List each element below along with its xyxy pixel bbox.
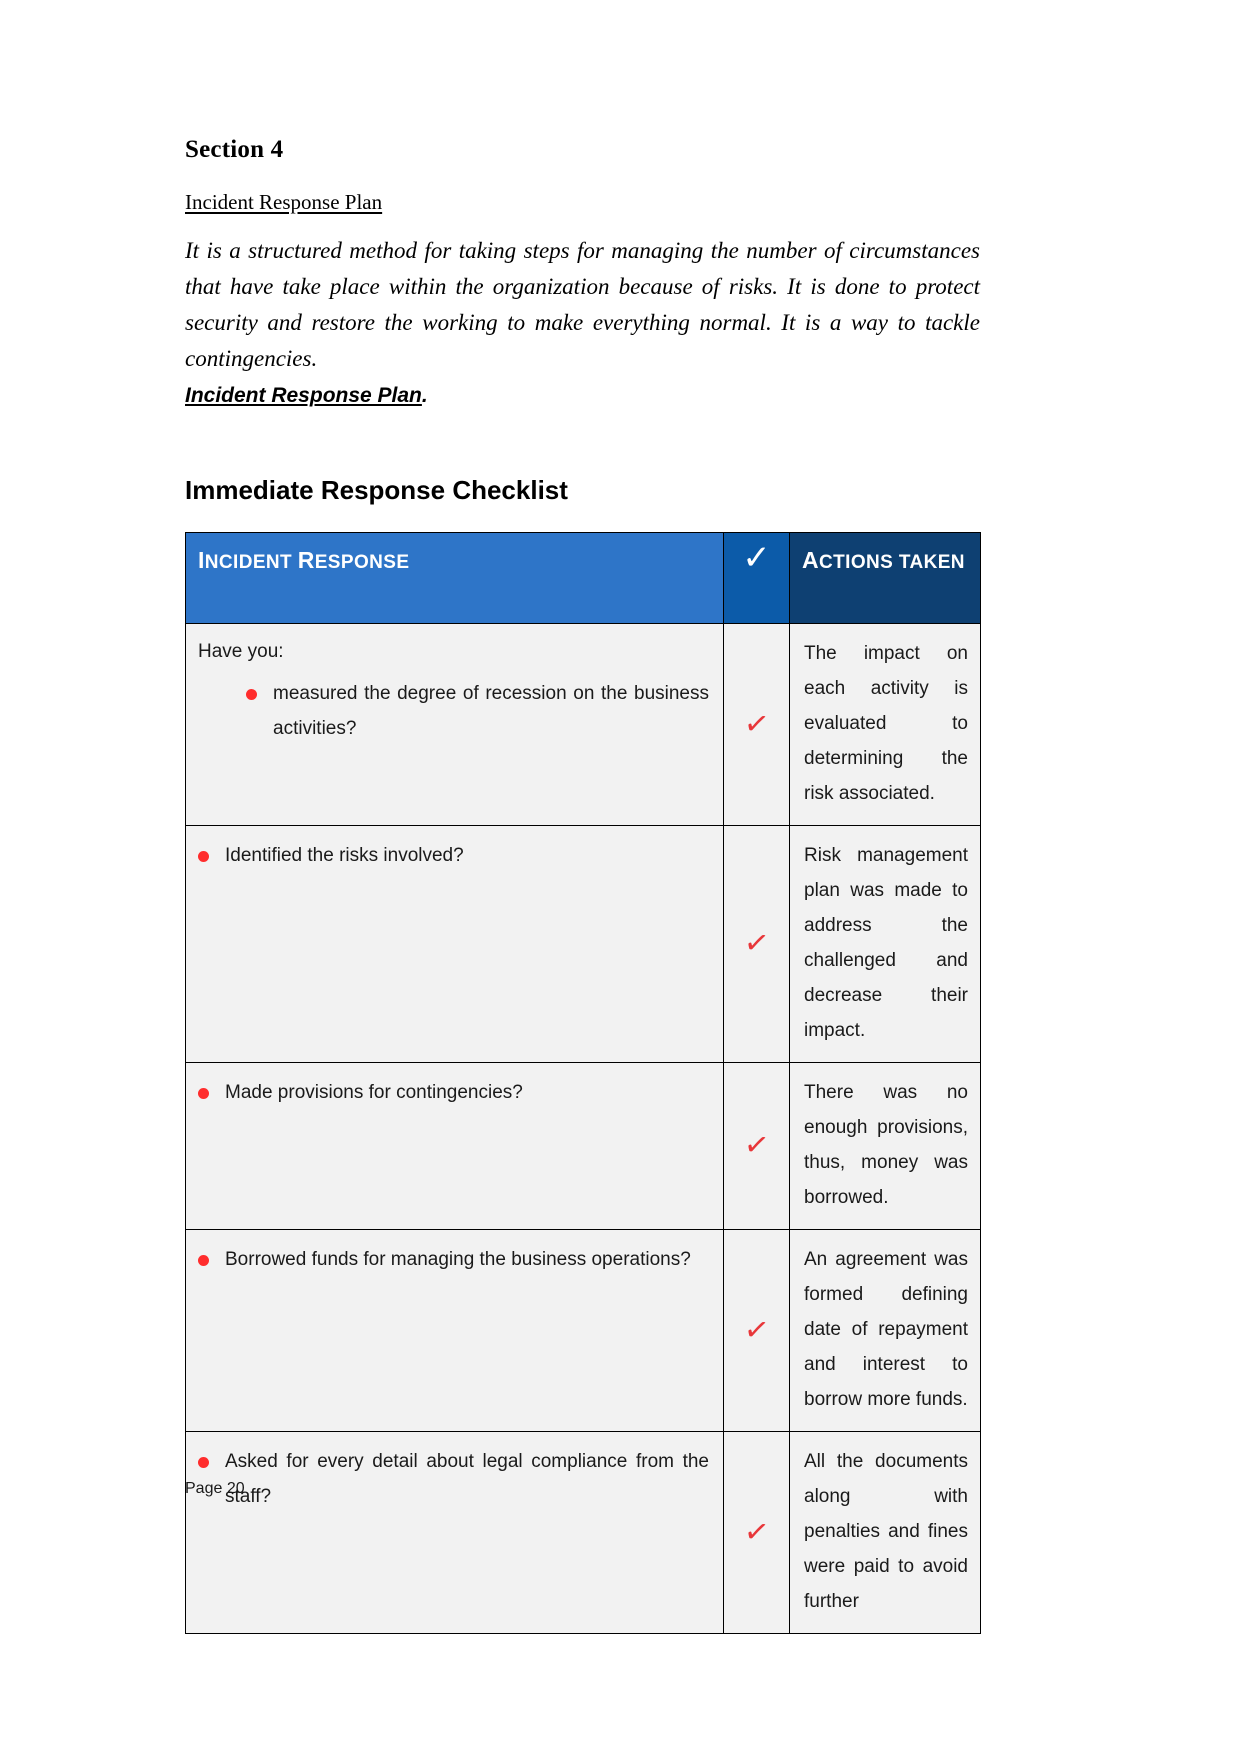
check-icon: ✓ <box>742 538 771 578</box>
action-cell: Risk management plan was made to address… <box>789 825 981 1063</box>
action-cell: An agreement was formed defining date of… <box>789 1229 981 1432</box>
check-cell[interactable]: ✓ <box>723 623 790 826</box>
table-row: Asked for every detail about legal compl… <box>185 1431 981 1634</box>
column-header-check: ✓ <box>723 532 790 624</box>
check-icon: ✓ <box>741 1512 772 1552</box>
subheading-incident-response-plan: Incident Response Plan <box>185 190 383 214</box>
action-cell: All the documents along with penalties a… <box>789 1431 981 1634</box>
question-bullet-list: Identified the risks involved? <box>198 838 709 873</box>
table-row: Have you: measured the degree of recessi… <box>185 623 981 826</box>
table-row: Borrowed funds for managing the business… <box>185 1229 981 1432</box>
action-cell: The impact on each activity is evaluated… <box>789 623 981 826</box>
check-cell[interactable]: ✓ <box>723 825 790 1063</box>
question-cell: Borrowed funds for managing the business… <box>185 1229 724 1432</box>
question-bullet-list: Made provisions for contingencies? <box>198 1075 709 1110</box>
action-text: All the documents along with penalties a… <box>804 1451 968 1612</box>
document-page: Section 4 Incident Response Plan It is a… <box>0 0 1241 1754</box>
list-item: measured the degree of recession on the … <box>246 676 709 746</box>
checklist-heading: Immediate Response Checklist <box>185 475 568 505</box>
question-cell: Identified the risks involved? <box>185 825 724 1063</box>
column-header-incident-response-label: INCIDENT RESPONSE <box>198 547 410 573</box>
check-cell[interactable]: ✓ <box>723 1229 790 1432</box>
check-icon: ✓ <box>741 1310 772 1350</box>
column-header-incident-response: INCIDENT RESPONSE <box>185 532 724 624</box>
table-row: Made provisions for contingencies? ✓ The… <box>185 1062 981 1230</box>
list-item: Asked for every detail about legal compl… <box>198 1444 709 1514</box>
intro-emphasis-period: . <box>421 384 428 407</box>
question-cell: Asked for every detail about legal compl… <box>185 1431 724 1634</box>
question-bullet-list: Asked for every detail about legal compl… <box>198 1444 709 1514</box>
list-item: Identified the risks involved? <box>198 838 709 873</box>
page-footer: Page 20 <box>185 1480 245 1497</box>
question-bullet-list: Borrowed funds for managing the business… <box>198 1242 709 1277</box>
table-header-row: INCIDENT RESPONSE ✓ ACTIONS TAKEN <box>185 532 981 624</box>
action-cell: There was no enough provisions, thus, mo… <box>789 1062 981 1230</box>
list-item: Made provisions for contingencies? <box>198 1075 709 1110</box>
intro-paragraph-text: It is a structured method for taking ste… <box>185 238 980 371</box>
table-row: Identified the risks involved? ✓ Risk ma… <box>185 825 981 1063</box>
question-cell: Have you: measured the degree of recessi… <box>185 623 724 826</box>
question-cell: Made provisions for contingencies? <box>185 1062 724 1230</box>
check-icon: ✓ <box>741 924 772 963</box>
column-header-actions-taken: ACTIONS TAKEN <box>789 532 981 624</box>
page-content: Section 4 Incident Response Plan It is a… <box>185 136 981 1634</box>
question-bullet-list: measured the degree of recession on the … <box>198 676 709 746</box>
intro-emphasis-text: Incident Response Plan <box>185 384 422 407</box>
list-item: Borrowed funds for managing the business… <box>198 1242 709 1277</box>
immediate-response-checklist-table: INCIDENT RESPONSE ✓ ACTIONS TAKEN Have y… <box>185 532 981 1634</box>
action-text: There was no enough provisions, thus, mo… <box>804 1082 968 1208</box>
intro-paragraph: It is a structured method for taking ste… <box>185 233 980 413</box>
column-header-actions-taken-label: ACTIONS TAKEN <box>802 547 965 573</box>
check-cell[interactable]: ✓ <box>723 1062 790 1230</box>
section-title: Section 4 <box>185 136 284 163</box>
action-text: An agreement was formed defining date of… <box>804 1249 968 1410</box>
intro-emphasis: Incident Response Plan. <box>185 379 980 413</box>
question-lead-in: Have you: <box>198 641 284 662</box>
action-text: Risk management plan was made to address… <box>804 845 968 1041</box>
check-icon: ✓ <box>741 704 772 744</box>
action-text: The impact on each activity is evaluated… <box>804 643 968 804</box>
check-icon: ✓ <box>741 1126 772 1165</box>
check-cell[interactable]: ✓ <box>723 1431 790 1634</box>
